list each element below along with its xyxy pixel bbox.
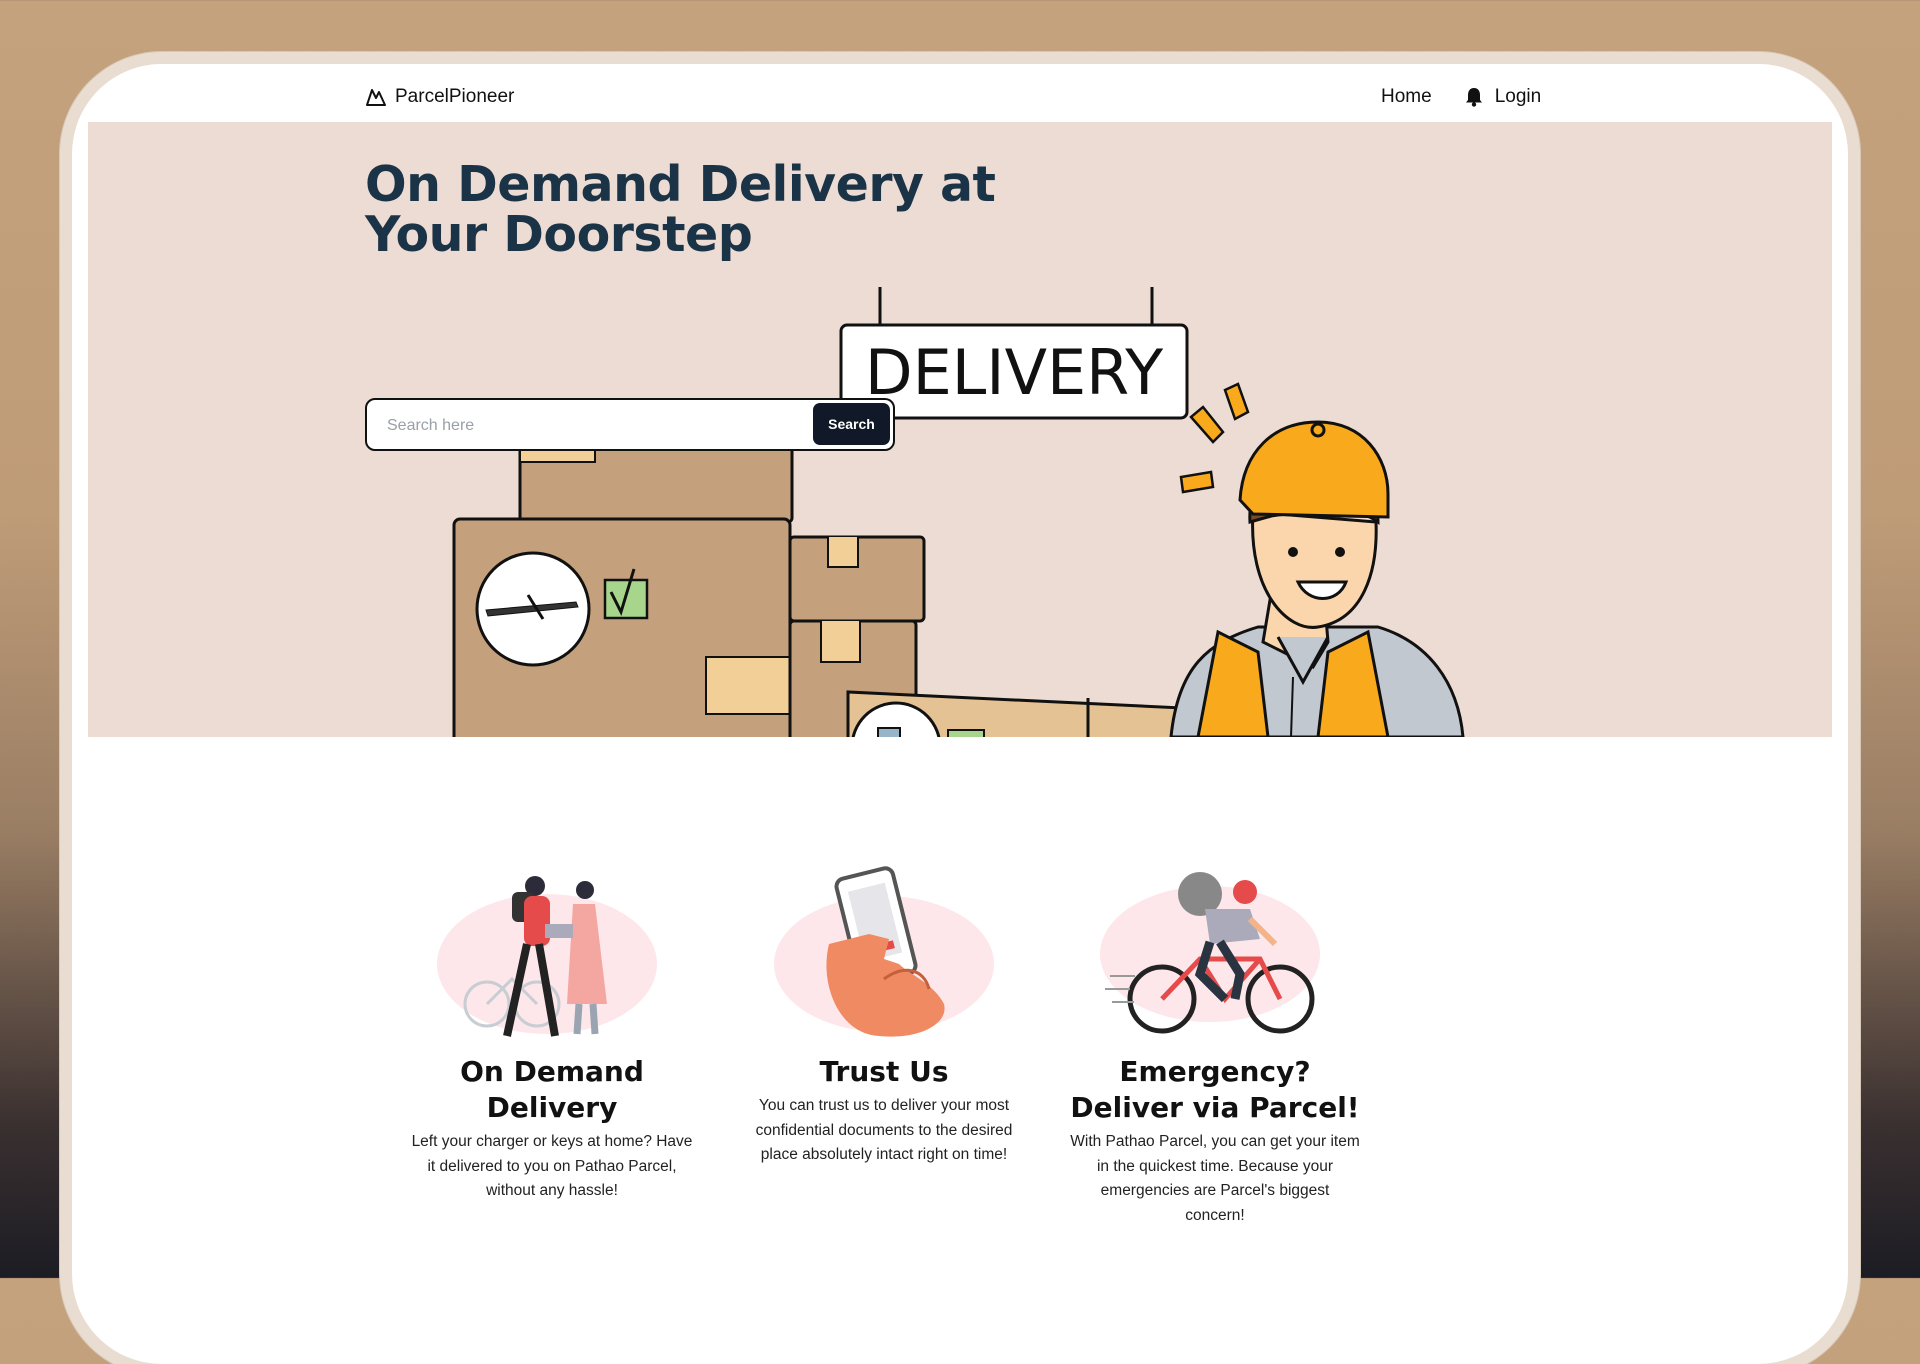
delivery-sign: DELIVERY bbox=[839, 287, 1189, 420]
hero-section: DELIVERY On Demand Delivery at Your Door… bbox=[88, 122, 1832, 737]
nav-login-link[interactable]: Login bbox=[1495, 86, 1542, 108]
navbar: ParcelPioneer Home Login bbox=[72, 64, 1848, 122]
mountain-logo-icon bbox=[366, 89, 386, 106]
feature-description: With Pathao Parcel, you can get your ite… bbox=[1070, 1133, 1360, 1224]
search-input[interactable] bbox=[385, 413, 789, 439]
phone-hand-illustration bbox=[774, 866, 994, 1037]
search-button[interactable]: Search bbox=[813, 403, 890, 445]
hero-title: On Demand Delivery at Your Doorstep bbox=[365, 156, 996, 263]
feature-description: Left your charger or keys at home? Have … bbox=[411, 1133, 693, 1199]
feature-card: On Demand Delivery Left your charger or … bbox=[402, 864, 702, 1204]
brand[interactable]: ParcelPioneer bbox=[365, 86, 514, 108]
cardboard-boxes bbox=[452, 430, 1185, 737]
nav-home-link[interactable]: Home bbox=[1381, 86, 1432, 108]
handover-illustration bbox=[437, 876, 657, 1037]
search-bar: Search bbox=[365, 398, 895, 451]
feature-description: You can trust us to deliver your most co… bbox=[755, 1097, 1013, 1163]
feature-title: On Demand Delivery bbox=[460, 1055, 644, 1124]
feature-title: Emergency? Deliver via Parcel! bbox=[1070, 1055, 1360, 1124]
feature-card: Trust Us You can trust us to deliver you… bbox=[734, 864, 1034, 1168]
brand-name: ParcelPioneer bbox=[395, 86, 515, 107]
nav-links: Home Login bbox=[1381, 86, 1541, 108]
bell-icon[interactable] bbox=[1465, 87, 1483, 107]
delivery-sign-text: DELIVERY bbox=[865, 336, 1163, 409]
features-section: On Demand Delivery Left your charger or … bbox=[72, 864, 1848, 1314]
browser-frame: ParcelPioneer Home Login DELIVERY On Dem… bbox=[72, 64, 1848, 1364]
feature-title: Trust Us bbox=[819, 1055, 949, 1088]
bicycle-rider-illustration bbox=[1100, 872, 1320, 1034]
courier-character bbox=[1169, 382, 1465, 737]
feature-card: Emergency? Deliver via Parcel! With Path… bbox=[1065, 864, 1365, 1228]
